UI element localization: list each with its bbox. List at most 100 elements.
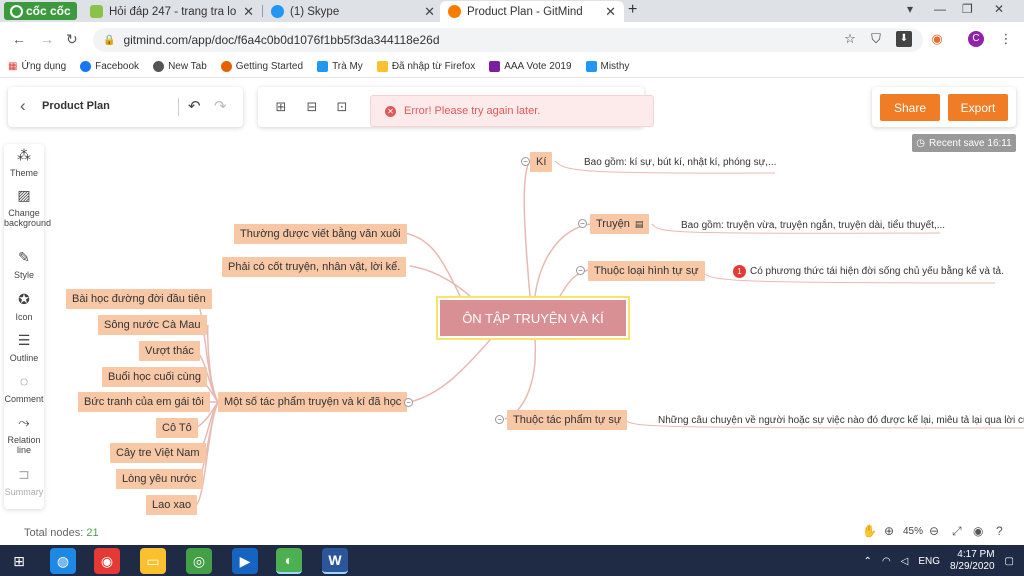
taskbar-app-camera-icon[interactable]: ◉ <box>94 548 120 574</box>
language-indicator[interactable]: ENG <box>918 556 940 567</box>
profile-avatar[interactable]: C <box>968 31 984 47</box>
restore-icon[interactable]: ❐ <box>962 2 973 16</box>
fit-screen-icon[interactable]: ⤢ <box>952 524 962 539</box>
tab-search-icon[interactable]: ▾ <box>907 2 913 16</box>
add-parent-node-icon[interactable]: ⊡ <box>334 99 350 115</box>
tab-gitmind[interactable]: Product Plan - GitMind ✕ <box>440 1 624 22</box>
share-button[interactable]: Share <box>880 94 940 121</box>
link-root-cottruyen <box>409 265 471 297</box>
shield-icon[interactable]: ⛉ <box>868 31 884 47</box>
bookmark-misthy[interactable]: Misthy <box>585 61 629 72</box>
sidebar-item-relation-line[interactable]: ⤳ Relation line <box>4 415 44 455</box>
export-button[interactable]: Export <box>948 94 1008 121</box>
volume-icon[interactable]: ◁ <box>901 556 909 567</box>
taskbar-coccoc-icon[interactable]: ◐ <box>276 548 302 574</box>
note-ki: Bao gồm: kí sự, bút kí, nhật kí, phóng s… <box>584 157 777 168</box>
node-work[interactable]: Lòng yêu nước <box>116 469 203 489</box>
tray-chevron-icon[interactable]: ⌃ <box>864 556 872 567</box>
notification-icon[interactable]: ▢ <box>1005 556 1014 567</box>
share-export-card: Share Export <box>872 87 1016 127</box>
node-work[interactable]: Vượt thác <box>139 341 200 361</box>
bookmark-facebook[interactable]: Facebook <box>80 61 139 72</box>
sidebar-item-comment[interactable]: ◌ Comment <box>4 374 44 404</box>
node-tac-pham-da-hoc[interactable]: Một số tác phẩm truyện và kí đã học <box>218 392 408 412</box>
node-work[interactable]: Cây tre Việt Nam <box>110 443 206 463</box>
download-icon[interactable]: ⬇ <box>896 31 912 47</box>
close-tab-icon[interactable]: ✕ <box>605 4 616 20</box>
collapse-icon[interactable]: − <box>521 157 530 166</box>
close-tab-icon[interactable]: ✕ <box>424 4 435 20</box>
back-icon[interactable]: ← <box>12 31 26 47</box>
error-message: Error! Please try again later. <box>404 105 541 117</box>
node-work[interactable]: Cô Tô <box>156 418 198 438</box>
add-sibling-node-icon[interactable]: ⊟ <box>304 99 320 115</box>
zoom-in-icon[interactable]: ⊕ <box>884 524 894 538</box>
document-title[interactable]: Product Plan <box>42 100 110 112</box>
taskbar-word-icon[interactable]: W <box>322 548 348 574</box>
taskbar-app-globe-icon[interactable]: ◍ <box>50 548 76 574</box>
sidebar-item-change-background[interactable]: ▨ Change background <box>4 188 51 228</box>
add-child-node-icon[interactable]: ⊞ <box>273 99 289 115</box>
link-root-ki <box>523 160 531 297</box>
tab-hoidap[interactable]: Hỏi đáp 247 - trang tra loi ✕ <box>82 1 262 22</box>
sidebar-item-style[interactable]: ✎ Style <box>4 250 44 280</box>
zoom-out-icon[interactable]: ⊖ <box>929 524 939 538</box>
close-window-icon[interactable]: ✕ <box>994 2 1004 16</box>
node-cot-truyen[interactable]: Phải có cốt truyện, nhân vật, lời kể. <box>222 257 407 277</box>
node-ki[interactable]: Kí <box>530 152 553 172</box>
sidebar-item-outline[interactable]: ☰ Outline <box>4 333 44 363</box>
extension-icon[interactable]: ◉ <box>929 31 945 47</box>
menu-dots-icon[interactable]: ⋮ <box>998 31 1014 47</box>
hand-pan-icon[interactable]: ✋ <box>862 524 877 538</box>
back-arrow-icon[interactable]: ‹ <box>20 96 26 116</box>
windows-start-icon[interactable]: ⊞ <box>6 548 32 574</box>
coccoc-menu-button[interactable]: cốc cốc <box>4 2 77 20</box>
folder-icon <box>376 61 388 72</box>
minimize-icon[interactable]: — <box>934 2 946 16</box>
collapse-icon[interactable]: − <box>576 266 585 275</box>
system-clock[interactable]: 4:17 PM 8/29/2020 <box>950 549 995 573</box>
priority-badge[interactable]: 1 <box>733 265 746 278</box>
bookmark-getting-started[interactable]: Getting Started <box>220 61 303 72</box>
taskbar-zoom-icon[interactable]: ▶ <box>232 548 258 574</box>
taskbar-file-explorer-icon[interactable]: ▭ <box>140 548 166 574</box>
sidebar-item-theme[interactable]: ⁂ Theme <box>4 148 44 178</box>
address-bar[interactable]: 🔒 gitmind.com/app/doc/f6a4c0b0d1076f1bb5… <box>93 28 923 52</box>
node-loai-hinh-tu-su[interactable]: Thuộc loại hình tự sự <box>588 261 705 281</box>
node-work[interactable]: Lao xao <box>146 495 198 515</box>
reload-icon[interactable]: ↻ <box>66 31 78 48</box>
preview-eye-icon[interactable]: ◉ <box>973 524 983 538</box>
collapse-icon[interactable]: − <box>404 398 413 407</box>
close-tab-icon[interactable]: ✕ <box>243 4 254 20</box>
collapse-icon[interactable]: − <box>495 415 504 424</box>
node-work[interactable]: Sông nước Cà Mau <box>98 315 207 335</box>
bookmark-aaa-vote[interactable]: AAA Vote 2019 <box>489 61 572 72</box>
node-truyen[interactable]: Truyện ▤ <box>590 214 650 234</box>
root-node[interactable]: ÔN TẬP TRUYỆN VÀ KÍ <box>436 296 630 340</box>
node-work[interactable]: Bức tranh của em gái tôi <box>78 392 210 412</box>
taskbar-app-media-icon[interactable]: ◎ <box>186 548 212 574</box>
forward-icon[interactable]: → <box>40 31 54 47</box>
node-work[interactable]: Bài học đường đời đầu tiên <box>66 289 212 309</box>
system-tray: ⌃ ◠ ◁ ENG 4:17 PM 8/29/2020 ▢ <box>864 548 1014 574</box>
help-icon[interactable]: ? <box>996 524 1003 538</box>
node-van-xuoi[interactable]: Thường được viết bằng văn xuôi <box>234 224 407 244</box>
undo-icon[interactable]: ↶ <box>188 97 201 115</box>
collapse-icon[interactable]: − <box>578 219 587 228</box>
tab-skype[interactable]: (1) Skype ✕ <box>263 1 443 22</box>
bookmark-star-icon[interactable]: ☆ <box>842 31 858 47</box>
bookmark-new-tab[interactable]: New Tab <box>153 61 207 72</box>
bookmark-tra-my[interactable]: Trà My <box>317 61 363 72</box>
new-tab-button[interactable]: + <box>628 1 637 19</box>
node-tac-pham-tu-su[interactable]: Thuộc tác phẩm tự sự <box>507 410 628 430</box>
wifi-icon[interactable]: ◠ <box>882 556 891 567</box>
coccoc-logo-icon <box>10 4 23 18</box>
note-attachment-icon[interactable]: ▤ <box>635 219 644 230</box>
node-work[interactable]: Buổi học cuối cùng <box>102 367 207 387</box>
sidebar-item-icon[interactable]: ✪ Icon <box>4 292 44 322</box>
sidebar-item-summary[interactable]: ⊐ Summary <box>4 467 44 497</box>
redo-icon[interactable]: ↷ <box>214 97 227 115</box>
link-root-truyen <box>534 223 591 297</box>
bookmark-apps[interactable]: ▦ Ứng dụng <box>8 61 66 72</box>
bookmark-imported-firefox[interactable]: Đã nhập từ Firefox <box>376 61 475 72</box>
